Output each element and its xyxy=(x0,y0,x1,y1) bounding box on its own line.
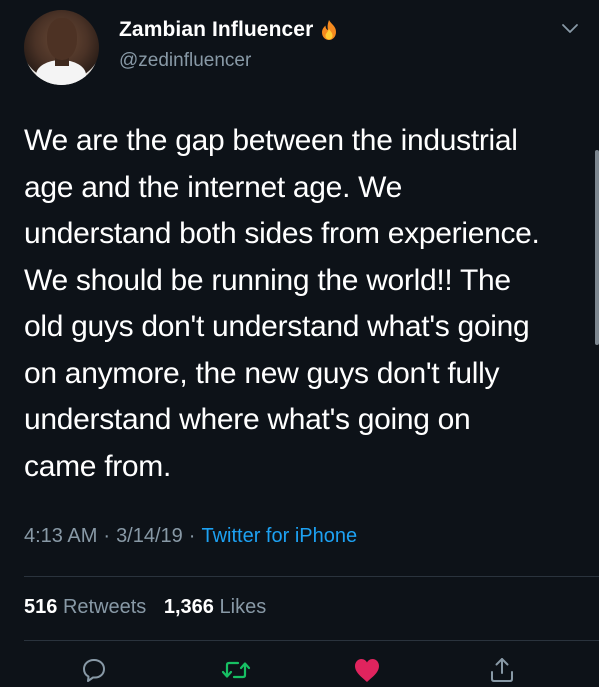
likes-count[interactable]: 1,366 xyxy=(164,596,214,618)
like-icon[interactable] xyxy=(352,655,382,685)
tweet-time: 4:13 AM xyxy=(24,525,98,547)
fire-icon xyxy=(319,19,339,41)
tweet-header: Zambian Influencer @zedinfluencer xyxy=(24,10,584,90)
divider xyxy=(24,576,599,577)
author-name-row: Zambian Influencer xyxy=(119,18,339,42)
meta-separator: · xyxy=(188,525,196,547)
avatar[interactable] xyxy=(24,10,99,85)
retweets-label[interactable]: Retweets xyxy=(63,596,146,618)
tweet-source-link[interactable]: Twitter for iPhone xyxy=(201,525,357,547)
tweet-meta: 4:13 AM · 3/14/19 · Twitter for iPhone xyxy=(24,525,357,548)
tweet-date: 3/14/19 xyxy=(116,525,183,547)
share-icon[interactable] xyxy=(487,655,517,685)
retweet-icon[interactable] xyxy=(221,655,251,685)
likes-label[interactable]: Likes xyxy=(220,596,267,618)
divider xyxy=(24,640,599,641)
tweet-stats: 516 Retweets 1,366 Likes xyxy=(24,596,266,619)
tweet-card: Zambian Influencer @zedinfluencer We are… xyxy=(0,0,599,687)
meta-separator: · xyxy=(103,525,111,547)
author-handle[interactable]: @zedinfluencer xyxy=(119,50,251,72)
retweets-count[interactable]: 516 xyxy=(24,596,57,618)
author-display-name[interactable]: Zambian Influencer xyxy=(119,18,313,42)
chevron-down-icon[interactable] xyxy=(560,22,580,36)
scrollbar[interactable] xyxy=(595,150,599,345)
tweet-text: We are the gap between the industrial ag… xyxy=(24,124,540,483)
reply-icon[interactable] xyxy=(79,655,109,685)
tweet-actions xyxy=(0,655,599,687)
